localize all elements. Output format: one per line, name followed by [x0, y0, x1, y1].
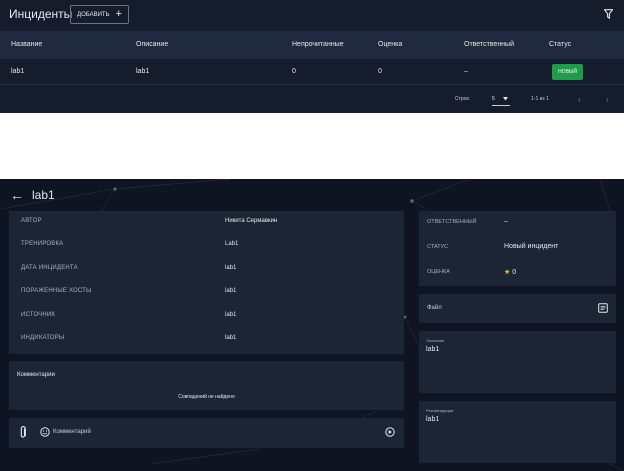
info-row-training: ТРЕНИРОВКА Lab1: [9, 234, 404, 257]
add-button-label: ДОБАВИТЬ: [77, 11, 110, 18]
cell-score: 0: [378, 68, 382, 75]
recommendations-value: lab1: [426, 416, 440, 423]
column-header-assignee[interactable]: Ответственный: [464, 41, 514, 48]
detail-header: ← lab1: [10, 188, 55, 202]
table-header: Название Описание Непрочитанные Оценка О…: [0, 31, 624, 59]
cell-assignee: –: [464, 68, 468, 75]
smile-icon[interactable]: [40, 427, 50, 437]
info-value: lab1: [225, 288, 237, 294]
description-card: Описание lab1: [419, 331, 616, 393]
meta-value: Новый инцидент: [504, 243, 559, 250]
meta-label: СТАТУС: [427, 244, 449, 250]
info-row-author: АВТОР Никита Сермавкин: [9, 211, 404, 234]
cell-unread: 0: [292, 68, 296, 75]
rows-per-page-select[interactable]: 5: [492, 92, 510, 106]
recommendations-label: Рекомендации: [426, 408, 454, 413]
info-label: ТРЕНИРОВКА: [21, 241, 64, 247]
info-value: Lab1: [225, 241, 239, 247]
info-label: АВТОР: [21, 218, 42, 224]
info-value: lab1: [225, 335, 237, 341]
send-icon[interactable]: [385, 427, 395, 437]
info-row-source: ИСТОЧНИК lab1: [9, 305, 404, 328]
meta-row-score: ОЦЕНКА ★ 0: [419, 261, 616, 286]
incident-detail-panel: ← lab1 АВТОР Никита Сермавкин ТРЕНИРОВКА…: [0, 179, 624, 471]
column-header-name[interactable]: Название: [11, 41, 42, 48]
info-value: lab1: [225, 265, 237, 271]
info-label: ИСТОЧНИК: [21, 312, 56, 318]
filter-icon[interactable]: [604, 9, 613, 19]
meta-label: ОТВЕТСТВЕННЫЙ: [427, 219, 477, 225]
info-label: ПОРАЖЕННЫЕ ХОСТЫ: [21, 288, 92, 294]
paperclip-icon[interactable]: [19, 426, 27, 439]
rows-per-page-label: Строк:: [455, 96, 471, 102]
star-icon: ★: [504, 269, 511, 276]
info-value: Никита Сермавкин: [225, 218, 278, 224]
add-incident-button[interactable]: ДОБАВИТЬ +: [70, 5, 129, 24]
arrow-left-icon[interactable]: ←: [10, 188, 24, 202]
file-label: Файл: [427, 305, 442, 311]
info-label: ИНДИКАТОРЫ: [21, 335, 65, 341]
recommendations-card: Рекомендации lab1: [419, 401, 616, 463]
incidents-panel: Инциденты ДОБАВИТЬ + Название Описание Н…: [0, 0, 624, 113]
meta-value: ★ 0: [504, 268, 516, 276]
info-row-hosts: ПОРАЖЕННЫЕ ХОСТЫ lab1: [9, 281, 404, 304]
cell-name: lab1: [11, 68, 25, 75]
cell-description: lab1: [136, 68, 150, 75]
page-title: Инциденты: [9, 7, 73, 21]
comment-input[interactable]: Комментарий: [53, 429, 91, 435]
prev-page-button[interactable]: ‹: [578, 95, 581, 104]
info-row-date: ДАТА ИНЦИДЕНТА lab1: [9, 258, 404, 281]
meta-value: –: [504, 218, 508, 225]
plus-icon: +: [115, 8, 122, 20]
document-icon[interactable]: [598, 303, 608, 313]
meta-row-status: СТАТУС Новый инцидент: [419, 236, 616, 261]
comments-section: Комментарии Совпадений не найдено: [9, 361, 404, 410]
info-row-indicators: ИНДИКАТОРЫ lab1: [9, 328, 404, 351]
rows-per-page-value: 5: [492, 96, 495, 102]
status-badge: НОВЫЙ: [552, 64, 583, 80]
meta-label: ОЦЕНКА: [427, 269, 450, 275]
incident-title: lab1: [32, 188, 55, 202]
comment-composer: Комментарий: [9, 418, 404, 448]
column-header-description[interactable]: Описание: [136, 41, 168, 48]
column-header-status[interactable]: Статус: [549, 41, 571, 48]
column-header-unread[interactable]: Непрочитанные: [292, 41, 344, 48]
incidents-toolbar: Инциденты ДОБАВИТЬ +: [0, 0, 624, 30]
file-card[interactable]: Файл: [419, 294, 616, 323]
description-value: lab1: [426, 346, 440, 353]
next-page-button[interactable]: ›: [606, 95, 609, 104]
description-label: Описание: [426, 338, 445, 343]
comments-empty-message: Совпадений не найдено: [178, 394, 235, 400]
chevron-down-icon: [503, 97, 508, 101]
info-value: lab1: [225, 312, 237, 318]
meta-row-assignee: ОТВЕТСТВЕННЫЙ –: [419, 211, 616, 236]
pagination: Строк: 5 1-1 из 1 ‹ ›: [0, 86, 624, 113]
table-row[interactable]: lab1 lab1 0 0 – НОВЫЙ: [0, 59, 624, 85]
column-header-score[interactable]: Оценка: [378, 41, 402, 48]
score-value: 0: [512, 269, 517, 276]
comments-title: Комментарии: [17, 372, 55, 378]
incident-meta-card: ОТВЕТСТВЕННЫЙ – СТАТУС Новый инцидент ОЦ…: [419, 211, 616, 286]
page-range: 1-1 из 1: [531, 96, 549, 102]
info-label: ДАТА ИНЦИДЕНТА: [21, 265, 78, 271]
incident-info-card: АВТОР Никита Сермавкин ТРЕНИРОВКА Lab1 Д…: [9, 211, 404, 354]
